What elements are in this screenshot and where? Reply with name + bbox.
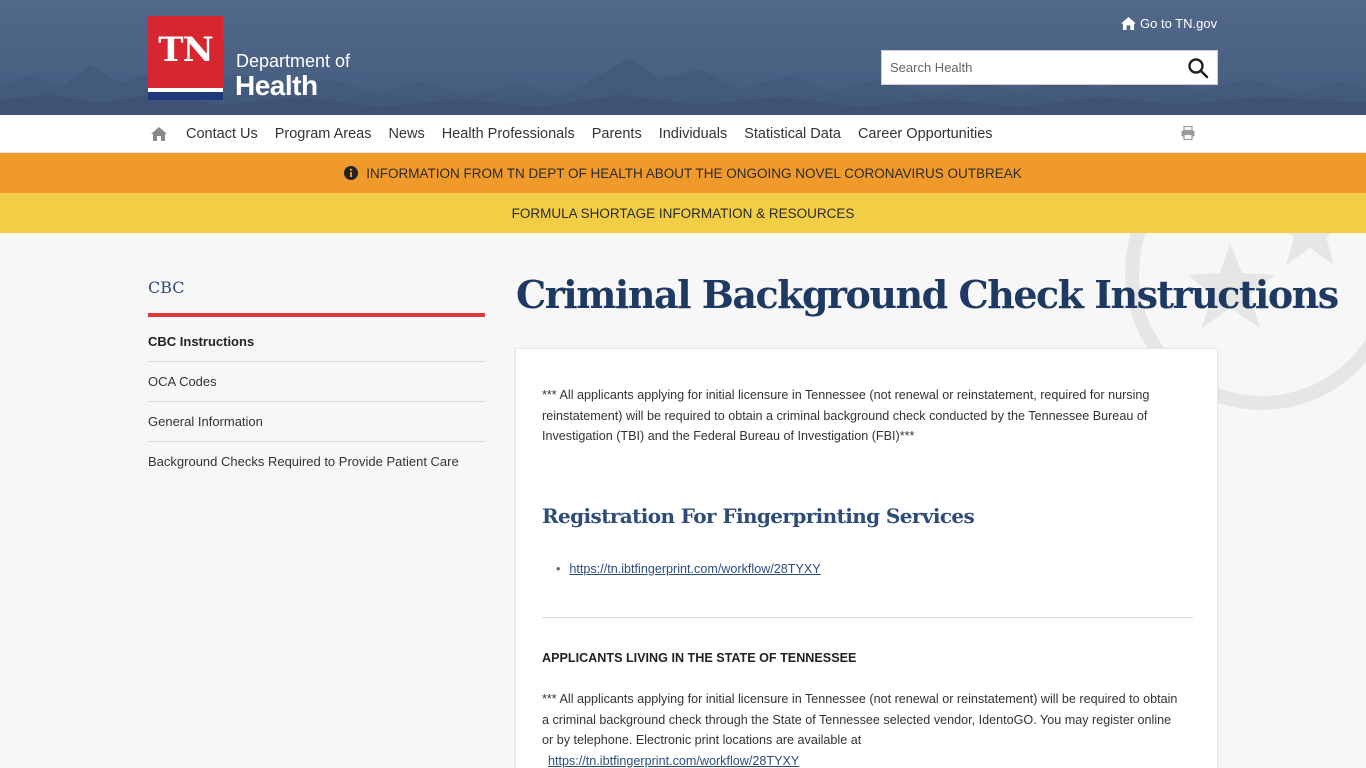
page-title: Criminal Background Check Instructions [516, 272, 1339, 317]
intro-paragraph: *** All applicants applying for initial … [542, 388, 1150, 443]
sidebar-title[interactable]: CBC [148, 278, 185, 297]
covid-banner-text: INFORMATION FROM TN DEPT OF HEALTH ABOUT… [366, 165, 1022, 181]
nav-list: Contact Us Program Areas News Health Pro… [186, 115, 993, 153]
tn-applicants-text: *** All applicants applying for initial … [542, 692, 1178, 747]
registration-list-item: • https://tn.ibtfingerprint.com/workflow… [556, 562, 821, 576]
tn-applicants-heading: APPLICANTS LIVING IN THE STATE OF TENNES… [542, 651, 857, 665]
info-circle-icon [344, 166, 359, 180]
sidebar-item-oca-codes[interactable]: OCA Codes [148, 362, 485, 402]
section-divider [542, 617, 1193, 618]
nav-item-health-professionals[interactable]: Health Professionals [442, 126, 575, 142]
sidebar-rule [148, 313, 485, 317]
search-box [881, 50, 1218, 85]
home-icon[interactable] [151, 126, 167, 142]
covid-banner[interactable]: INFORMATION FROM TN DEPT OF HEALTH ABOUT… [0, 153, 1366, 193]
dept-line: Department of [236, 51, 351, 71]
nav-item-news[interactable]: News [388, 126, 424, 142]
formula-banner[interactable]: FORMULA SHORTAGE INFORMATION & RESOURCES [0, 193, 1366, 233]
nav-item-parents[interactable]: Parents [592, 126, 642, 142]
print-icon[interactable] [1181, 126, 1195, 140]
nav-item-contact-us[interactable]: Contact Us [186, 126, 258, 142]
bullet-dot: • [556, 562, 561, 576]
main-nav: Contact Us Program Areas News Health Pro… [0, 115, 1366, 153]
content-card: *** All applicants applying for initial … [515, 348, 1218, 768]
nav-item-statistical-data[interactable]: Statistical Data [744, 126, 841, 142]
tn-applicants-paragraph: *** All applicants applying for initial … [542, 689, 1182, 768]
go-to-tn-label: Go to TN.gov [1140, 16, 1218, 31]
home-icon [1121, 17, 1136, 30]
sidebar-item-background-checks[interactable]: Background Checks Required to Provide Pa… [148, 442, 485, 482]
registration-heading: Registration For Fingerprinting Services [542, 504, 975, 528]
formula-banner-text: FORMULA SHORTAGE INFORMATION & RESOURCES [511, 205, 855, 221]
registration-link[interactable]: https://tn.ibtfingerprint.com/workflow/2… [569, 562, 820, 576]
logo-text: TN [158, 30, 213, 70]
sidebar-item-cbc-instructions[interactable]: CBC Instructions [148, 322, 485, 362]
nav-item-program-areas[interactable]: Program Areas [275, 126, 372, 142]
search-input[interactable] [882, 51, 1177, 84]
tn-applicants-link[interactable]: https://tn.ibtfingerprint.com/workflow/2… [548, 751, 799, 768]
search-icon[interactable] [1187, 57, 1209, 79]
sidebar-item-general-information[interactable]: General Information [148, 402, 485, 442]
nav-item-individuals[interactable]: Individuals [659, 126, 728, 142]
go-to-tn-link[interactable]: Go to TN.gov [1121, 16, 1217, 31]
dept-name: Health [235, 70, 318, 101]
nav-item-career-opportunities[interactable]: Career Opportunities [858, 126, 993, 142]
site-header: TN Department of Health Go to TN.gov [0, 0, 1366, 115]
logo-stripe-blue [148, 92, 223, 100]
tn-logo[interactable]: TN [148, 16, 223, 100]
sidebar-list: CBC Instructions OCA Codes General Infor… [148, 322, 485, 482]
